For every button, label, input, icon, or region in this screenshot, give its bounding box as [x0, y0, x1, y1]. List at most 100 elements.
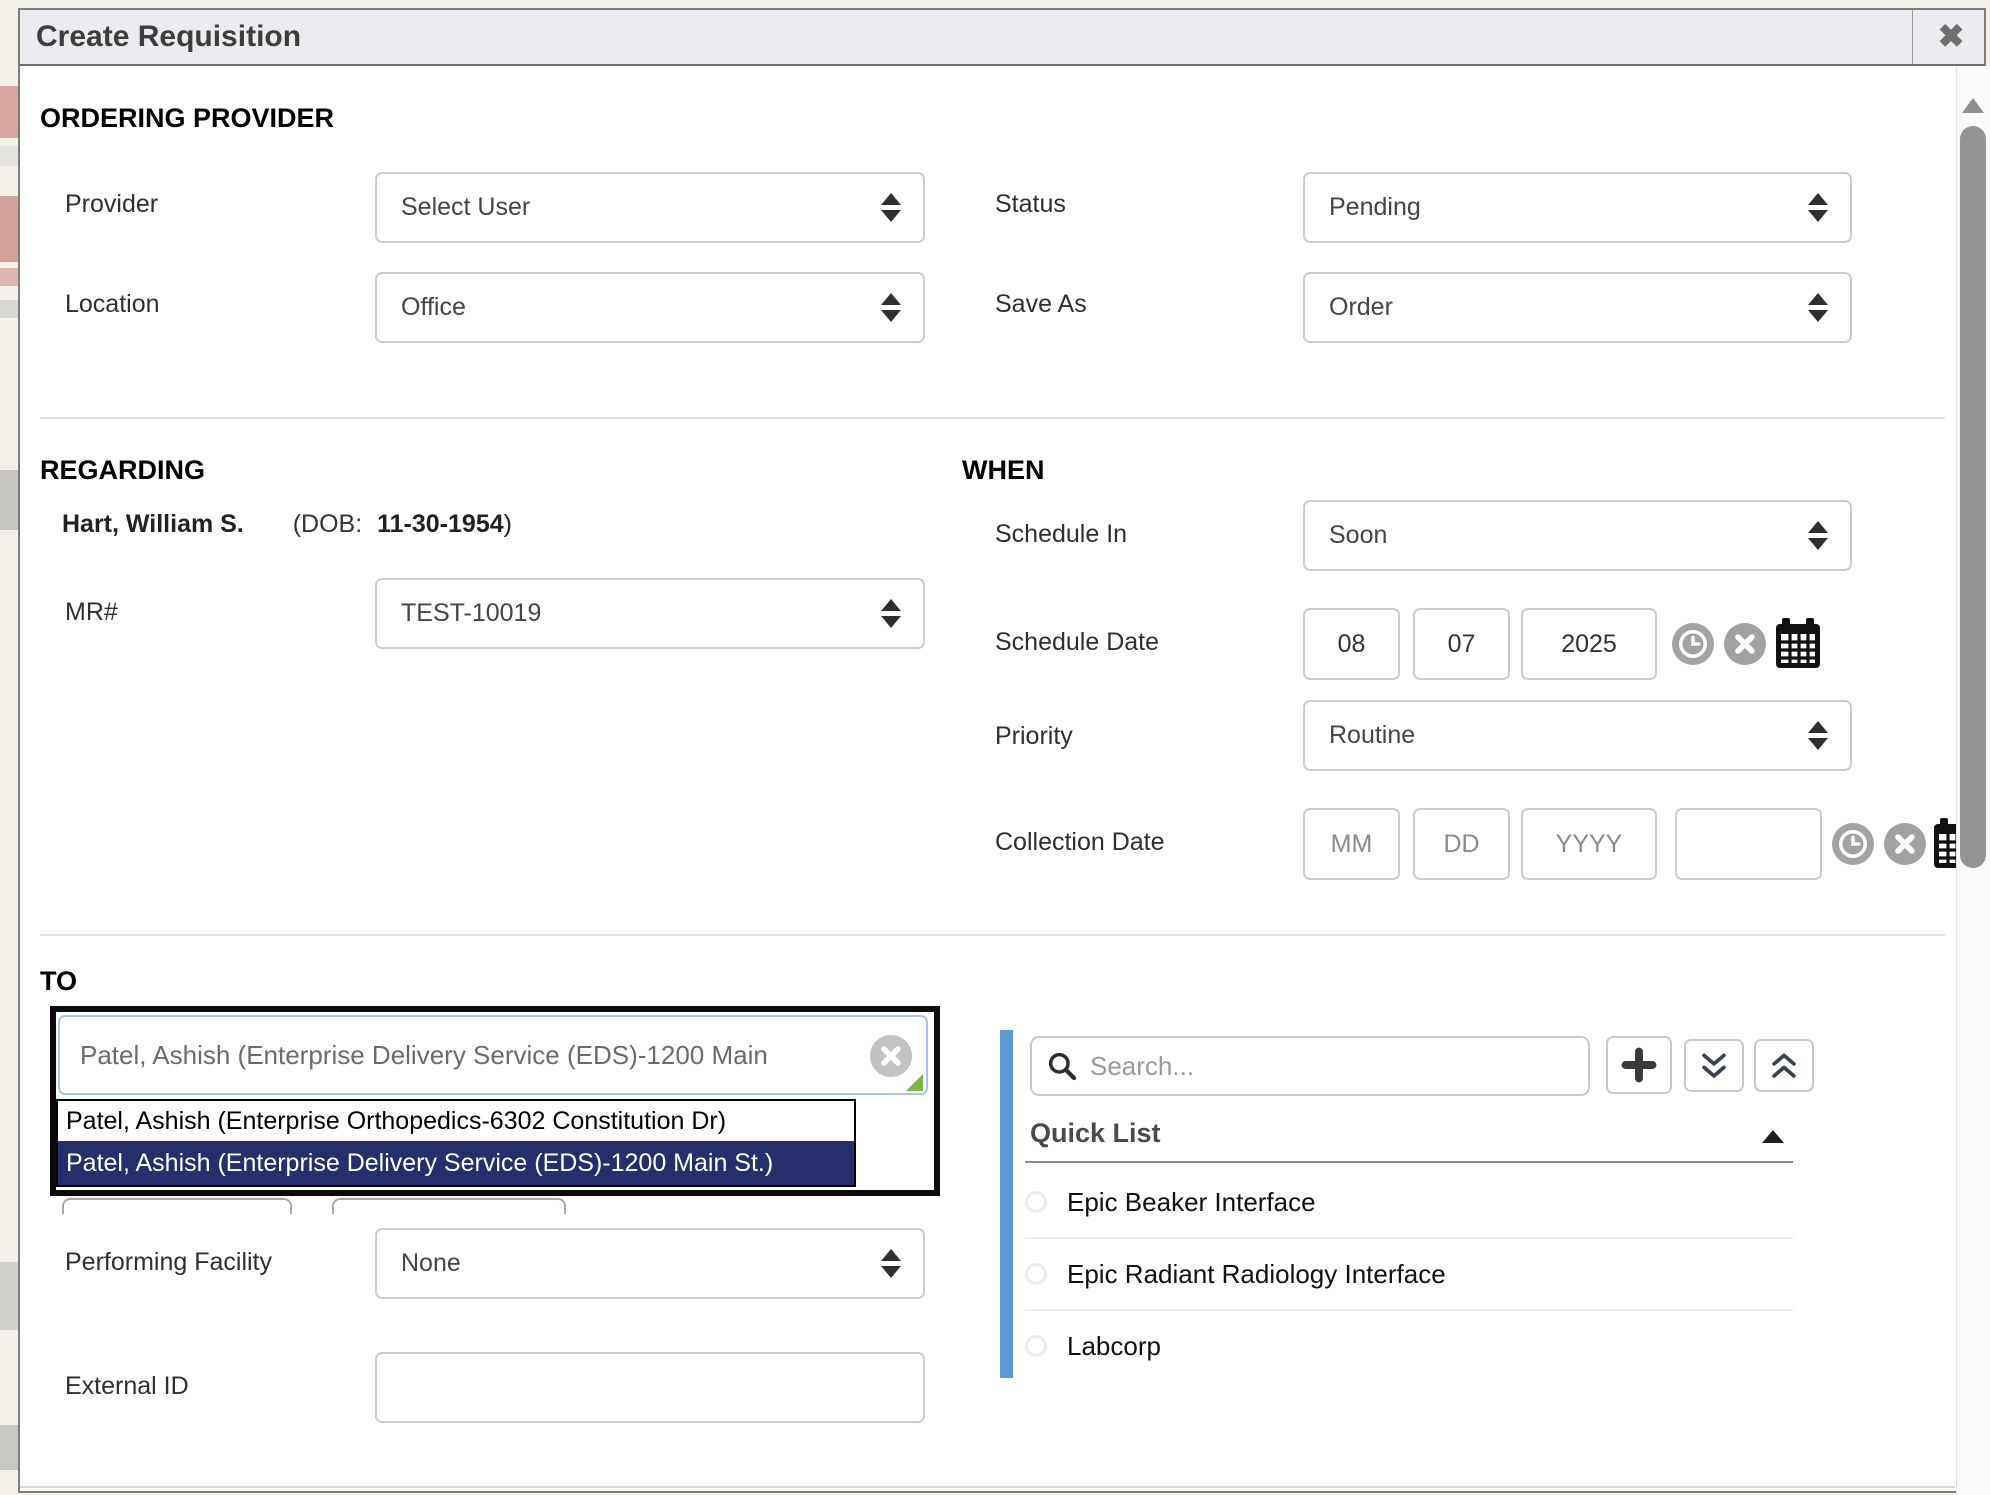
select-arrows-icon: [881, 193, 901, 222]
patient-summary: Hart, William S. (DOB: 11-30-1954): [62, 510, 512, 539]
provider-select-value: Select User: [401, 193, 881, 222]
quick-list-search-box[interactable]: [1030, 1036, 1590, 1096]
header-separator: [1912, 10, 1913, 64]
select-arrows-icon: [1808, 293, 1828, 322]
quick-list-accent-bar: [1000, 1030, 1013, 1378]
quick-list-item[interactable]: Epic Beaker Interface: [1025, 1167, 1793, 1237]
expand-all-button[interactable]: [1684, 1039, 1744, 1092]
collection-day-input[interactable]: [1413, 808, 1510, 880]
to-heading: TO: [40, 966, 77, 997]
select-arrows-icon: [881, 1249, 901, 1278]
background-fragment: [0, 300, 18, 318]
collection-date-clear-button[interactable]: [1884, 823, 1926, 865]
radio-circle-icon: [1025, 1335, 1047, 1357]
collection-month-input[interactable]: [1303, 808, 1400, 880]
background-fragment: [0, 1262, 18, 1330]
schedule-date-calendar-button[interactable]: [1774, 618, 1822, 675]
clear-circle-icon: [1724, 623, 1766, 665]
collection-time-input[interactable]: [1675, 808, 1822, 880]
external-id-label: External ID: [65, 1372, 189, 1401]
suggestion-item-selected[interactable]: Patel, Ashish (Enterprise Delivery Servi…: [58, 1141, 854, 1185]
collapse-all-button[interactable]: [1754, 1039, 1814, 1092]
save-as-select-value: Order: [1329, 293, 1808, 322]
select-arrows-icon: [1808, 521, 1828, 550]
recipient-clear-button[interactable]: [870, 1035, 912, 1077]
quick-list-item-label: Epic Beaker Interface: [1067, 1187, 1316, 1218]
schedule-date-clear-button[interactable]: [1724, 623, 1766, 665]
suggestion-item[interactable]: Patel, Ashish (Enterprise Orthopedics-63…: [58, 1101, 854, 1141]
search-icon: [1046, 1050, 1078, 1082]
clock-icon: [1832, 823, 1874, 865]
collection-date-calendar-button[interactable]: [1932, 818, 1956, 875]
section-divider: [40, 417, 1945, 419]
select-arrows-icon: [881, 599, 901, 628]
quick-list-collapse-icon[interactable]: [1762, 1130, 1784, 1143]
schedule-in-select[interactable]: Soon: [1303, 500, 1852, 571]
status-select-value: Pending: [1329, 193, 1808, 222]
provider-label: Provider: [65, 190, 158, 219]
search-input[interactable]: [1088, 1050, 1574, 1083]
patient-name: Hart, William S.: [62, 510, 244, 538]
external-id-input[interactable]: [375, 1352, 925, 1423]
resize-handle-icon[interactable]: [906, 1074, 923, 1091]
quick-list-item-label: Epic Radiant Radiology Interface: [1067, 1259, 1446, 1290]
save-as-select[interactable]: Order: [1303, 272, 1852, 343]
select-arrows-icon: [1808, 193, 1828, 222]
regarding-heading: REGARDING: [40, 455, 205, 486]
recipient-suggestion-list: Patel, Ashish (Enterprise Orthopedics-63…: [56, 1099, 856, 1187]
section-divider: [40, 934, 1945, 936]
double-chevron-up-icon: [1767, 1049, 1801, 1083]
performing-facility-select-value: None: [401, 1249, 881, 1278]
collection-time-button[interactable]: [1832, 823, 1874, 865]
select-arrows-icon: [881, 293, 901, 322]
background-page-sliver: [0, 0, 18, 1495]
location-select[interactable]: Office: [375, 272, 925, 343]
mr-select[interactable]: TEST-10019: [375, 578, 925, 649]
quick-list-heading: Quick List: [1030, 1118, 1161, 1149]
close-button[interactable]: ✖: [1914, 8, 1988, 64]
hidden-button[interactable]: [62, 1198, 292, 1214]
scrollbar-thumb[interactable]: [1960, 126, 1986, 868]
schedule-time-button[interactable]: [1672, 623, 1714, 665]
quick-list-item[interactable]: Epic Radiant Radiology Interface: [1025, 1239, 1793, 1309]
background-fragment: [0, 1425, 18, 1470]
mr-label: MR#: [65, 598, 118, 627]
close-icon: ✖: [1938, 17, 1965, 55]
performing-facility-select[interactable]: None: [375, 1228, 925, 1299]
performing-facility-label: Performing Facility: [65, 1240, 295, 1285]
select-arrows-icon: [1808, 721, 1828, 750]
background-fragment: [0, 268, 18, 286]
when-heading: WHEN: [962, 455, 1045, 486]
schedule-month-input[interactable]: [1303, 608, 1400, 680]
status-select[interactable]: Pending: [1303, 172, 1852, 243]
calendar-icon: [1932, 818, 1956, 870]
recipient-search-input[interactable]: [58, 1015, 928, 1095]
schedule-in-label: Schedule In: [995, 520, 1127, 549]
quick-list-item-label: Labcorp: [1067, 1331, 1161, 1362]
add-button[interactable]: [1606, 1036, 1672, 1094]
hidden-button[interactable]: [332, 1198, 566, 1214]
quick-list-item[interactable]: Labcorp: [1025, 1311, 1793, 1381]
clock-icon: [1672, 623, 1714, 665]
scrollbar-up-arrow[interactable]: [1962, 98, 1984, 113]
collection-year-input[interactable]: [1521, 808, 1657, 880]
plus-icon: [1620, 1046, 1658, 1084]
mr-select-value: TEST-10019: [401, 599, 881, 628]
background-fragment: [0, 196, 18, 262]
collection-date-label: Collection Date: [995, 828, 1165, 857]
background-fragment: [0, 470, 18, 530]
modal-header: [18, 8, 1986, 66]
provider-select[interactable]: Select User: [375, 172, 925, 243]
schedule-in-select-value: Soon: [1329, 521, 1808, 550]
priority-select[interactable]: Routine: [1303, 700, 1852, 771]
dob-value: 11-30-1954: [377, 510, 504, 538]
schedule-year-input[interactable]: [1521, 608, 1657, 680]
dob-suffix: ): [504, 510, 512, 538]
background-fragment: [0, 146, 18, 166]
status-label: Status: [995, 190, 1066, 219]
schedule-date-label: Schedule Date: [995, 628, 1159, 657]
background-fragment: [0, 86, 18, 138]
priority-label: Priority: [995, 722, 1073, 751]
save-as-label: Save As: [995, 290, 1087, 319]
schedule-day-input[interactable]: [1413, 608, 1510, 680]
